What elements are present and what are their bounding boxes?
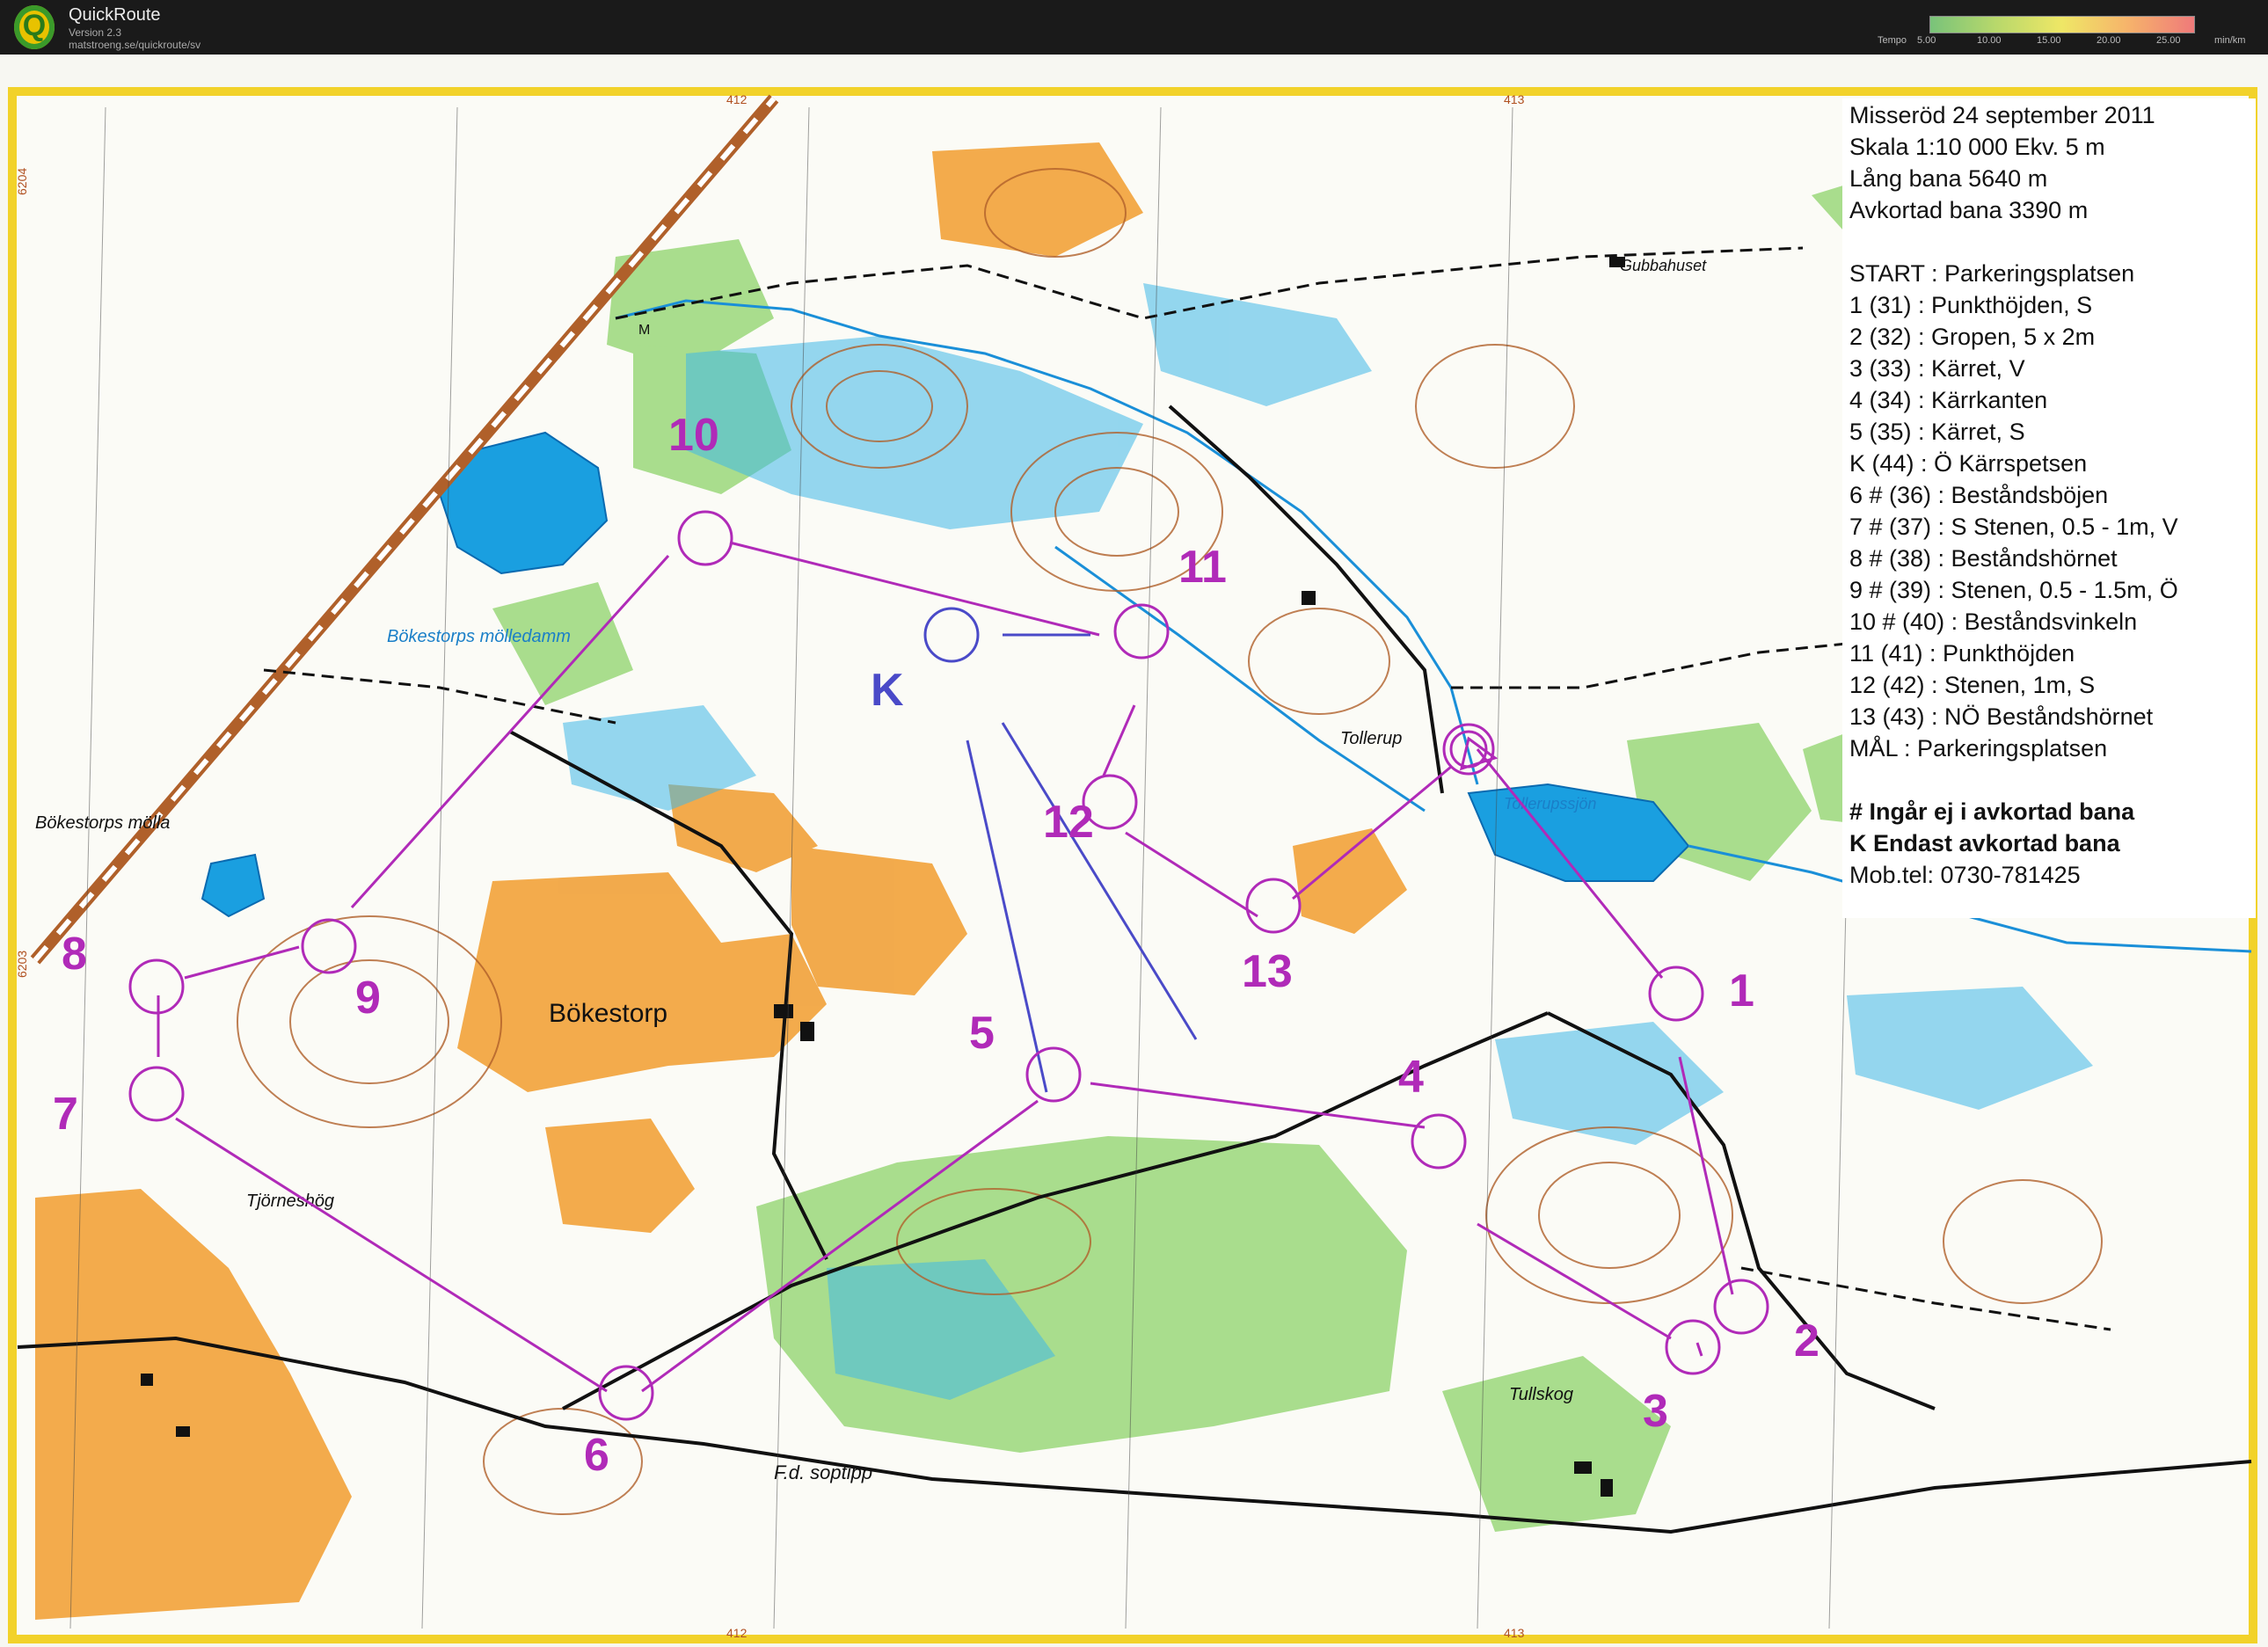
legend-line: 8 # (38) : Beståndshörnet <box>1849 545 2118 572</box>
legend-note: # Ingår ej i avkortad bana <box>1849 798 2135 825</box>
svg-text:9: 9 <box>355 973 381 1024</box>
legend-line: 5 (35) : Kärret, S <box>1849 419 2025 445</box>
svg-text:Gubbahuset: Gubbahuset <box>1620 257 1707 274</box>
svg-text:12: 12 <box>1043 797 1094 848</box>
svg-text:7: 7 <box>53 1089 78 1140</box>
legend-line: 13 (43) : NÖ Beståndshörnet <box>1849 703 2154 730</box>
svg-text:6203: 6203 <box>15 951 29 978</box>
tempo-unit: min/km <box>2214 35 2246 46</box>
tempo-tick: 15.00 <box>2037 35 2061 46</box>
svg-text:Bökestorps mölledamm: Bökestorps mölledamm <box>387 627 571 646</box>
legend-line: Misseröd 24 september 2011 <box>1849 102 2155 128</box>
svg-text:413: 413 <box>1504 1626 1525 1640</box>
svg-text:6: 6 <box>584 1430 609 1481</box>
svg-text:1: 1 <box>1729 966 1754 1017</box>
legend-line: 4 (34) : Kärrkanten <box>1849 387 2048 413</box>
tempo-ticks: 5.00 10.00 15.00 20.00 25.00 <box>1917 35 2207 47</box>
legend-line: 7 # (37) : S Stenen, 0.5 - 1m, V <box>1849 514 2178 540</box>
tempo-color-scale <box>1929 16 2195 33</box>
legend-line: 6 # (36) : Beståndsböjen <box>1849 482 2109 508</box>
legend-line: 11 (41) : Punkthöjden <box>1849 640 2075 667</box>
legend-line: Lång bana 5640 m <box>1849 165 2048 192</box>
svg-text:5: 5 <box>969 1008 995 1059</box>
svg-text:6204: 6204 <box>15 168 29 195</box>
svg-text:4: 4 <box>1398 1052 1424 1103</box>
svg-text:10: 10 <box>668 410 719 461</box>
legend-line: START : Parkeringsplatsen <box>1849 260 2135 287</box>
svg-text:Tollerup: Tollerup <box>1340 729 1402 748</box>
legend-note: K Endast avkortad bana <box>1849 830 2120 856</box>
title-bar: Q QuickRoute Version 2.3 matstroeng.se/q… <box>0 0 2268 55</box>
legend-line: Avkortad bana 3390 m <box>1849 197 2089 223</box>
quickroute-logo-icon: Q <box>14 5 55 49</box>
app-version: Version 2.3 <box>69 26 122 39</box>
legend-line: K (44) : Ö Kärrspetsen <box>1849 450 2088 477</box>
tempo-tick: 20.00 <box>2097 35 2121 46</box>
legend-line: 12 (42) : Stenen, 1m, S <box>1849 672 2096 698</box>
svg-text:F.d. soptipp: F.d. soptipp <box>774 1461 872 1483</box>
svg-text:M: M <box>638 323 650 338</box>
svg-text:Tjörneshög: Tjörneshög <box>246 1192 334 1211</box>
legend-line: 10 # (40) : Beståndsvinkeln <box>1849 609 2138 635</box>
legend-line: 1 (31) : Punkthöjden, S <box>1849 292 2093 318</box>
legend-line: 3 (33) : Kärret, V <box>1849 355 2025 382</box>
app-name: QuickRoute <box>69 5 161 25</box>
svg-text:Bökestorps möllа: Bökestorps möllа <box>35 813 170 833</box>
svg-text:K: K <box>871 665 904 716</box>
app-url: matstroeng.se/quickroute/sv <box>69 39 201 51</box>
legend-phone: Mob.tel: 0730-781425 <box>1849 862 2081 888</box>
svg-text:Bökestorp: Bökestorp <box>549 999 667 1028</box>
tempo-tick: 25.00 <box>2156 35 2181 46</box>
svg-text:413: 413 <box>1504 92 1525 106</box>
course-legend: Misseröd 24 september 2011 Skala 1:10 00… <box>1842 98 2256 918</box>
tempo-tick: 5.00 <box>1917 35 1936 46</box>
svg-text:412: 412 <box>726 92 747 106</box>
svg-text:13: 13 <box>1242 946 1293 997</box>
tempo-tick: 10.00 <box>1977 35 2002 46</box>
legend-line: MÅL : Parkeringsplatsen <box>1849 735 2108 762</box>
tempo-label: Tempo <box>1878 35 1907 46</box>
legend-line: Skala 1:10 000 Ekv. 5 m <box>1849 134 2105 160</box>
svg-text:2: 2 <box>1794 1315 1820 1366</box>
svg-text:Tullskog: Tullskog <box>1509 1385 1573 1404</box>
svg-text:11: 11 <box>1178 542 1227 593</box>
svg-text:412: 412 <box>726 1626 747 1640</box>
svg-text:8: 8 <box>62 929 87 980</box>
svg-text:3: 3 <box>1643 1386 1668 1437</box>
legend-line: 9 # (39) : Stenen, 0.5 - 1.5m, Ö <box>1849 577 2178 603</box>
legend-line: 2 (32) : Gropen, 5 x 2m <box>1849 324 2096 350</box>
